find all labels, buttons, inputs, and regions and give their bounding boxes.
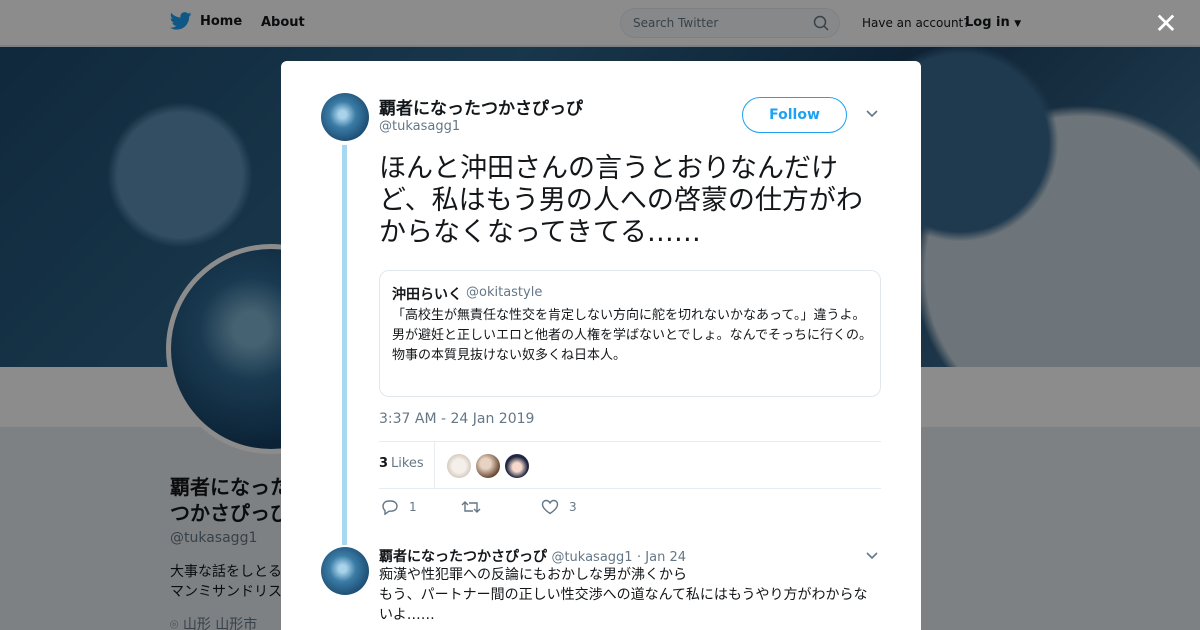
likes-label[interactable]: Likes (391, 456, 424, 471)
liker-avatar[interactable] (447, 454, 471, 478)
reply-button[interactable]: 1 (381, 499, 417, 515)
thread-line (342, 145, 347, 545)
reply-date[interactable]: · Jan 24 (637, 550, 686, 565)
tweet-modal: 覇者になったつかさぴっぴ @tukasagg1 Follow ほんと沖田さんの言… (281, 61, 921, 630)
author-handle[interactable]: @tukasagg1 (379, 119, 460, 134)
quoted-author-name: 沖田らいく (392, 287, 462, 303)
reply-author-name[interactable]: 覇者になったつかさぴっぴ (379, 549, 547, 565)
reply-icon (382, 500, 398, 515)
follow-button[interactable]: Follow (742, 97, 847, 133)
stats-divider (434, 442, 435, 488)
like-button[interactable]: 3 (541, 499, 577, 515)
reply-count: 1 (409, 500, 417, 514)
quoted-author-handle: @okitastyle (466, 285, 543, 300)
quoted-tweet-text: 「高校生が無責任な性交を肯定しない方向に舵を切れないかなあって。」違うよ。男が避… (392, 308, 872, 363)
tweet-timestamp[interactable]: 3:37 AM - 24 Jan 2019 (379, 411, 534, 427)
tweet-actions: 1 3 (379, 499, 881, 523)
likes-count[interactable]: 3 (379, 456, 388, 471)
quoted-tweet[interactable]: 沖田らいく @okitastyle 「高校生が無責任な性交を肯定しない方向に舵を… (379, 270, 881, 397)
reply-author-avatar[interactable] (321, 547, 369, 595)
liker-avatar[interactable] (476, 454, 500, 478)
tweet-text: ほんと沖田さんの言うとおりなんだけど、私はもう男の人への啓蒙の仕方がわからなくな… (379, 153, 863, 248)
author-avatar[interactable] (321, 93, 369, 141)
author-name[interactable]: 覇者になったつかさぴっぴ (379, 94, 583, 119)
chevron-down-icon[interactable] (865, 107, 879, 121)
like-count: 3 (569, 500, 577, 514)
reply-header: 覇者になったつかさぴっぴ @tukasagg1 · Jan 24 (379, 546, 686, 566)
close-icon[interactable]: ✕ (1154, 10, 1178, 38)
tweet-stats: 3 Likes (379, 441, 881, 489)
reply-text: 痴漢や性犯罪への反論にもおかしな男が沸くから もう、パートナー間の正しい性交渉へ… (379, 567, 868, 623)
reply-author-handle[interactable]: @tukasagg1 (551, 550, 632, 565)
heart-icon (541, 499, 559, 515)
retweet-icon (461, 501, 481, 513)
chevron-down-icon[interactable] (865, 549, 879, 563)
liker-avatar[interactable] (505, 454, 529, 478)
retweet-button[interactable] (461, 499, 491, 515)
